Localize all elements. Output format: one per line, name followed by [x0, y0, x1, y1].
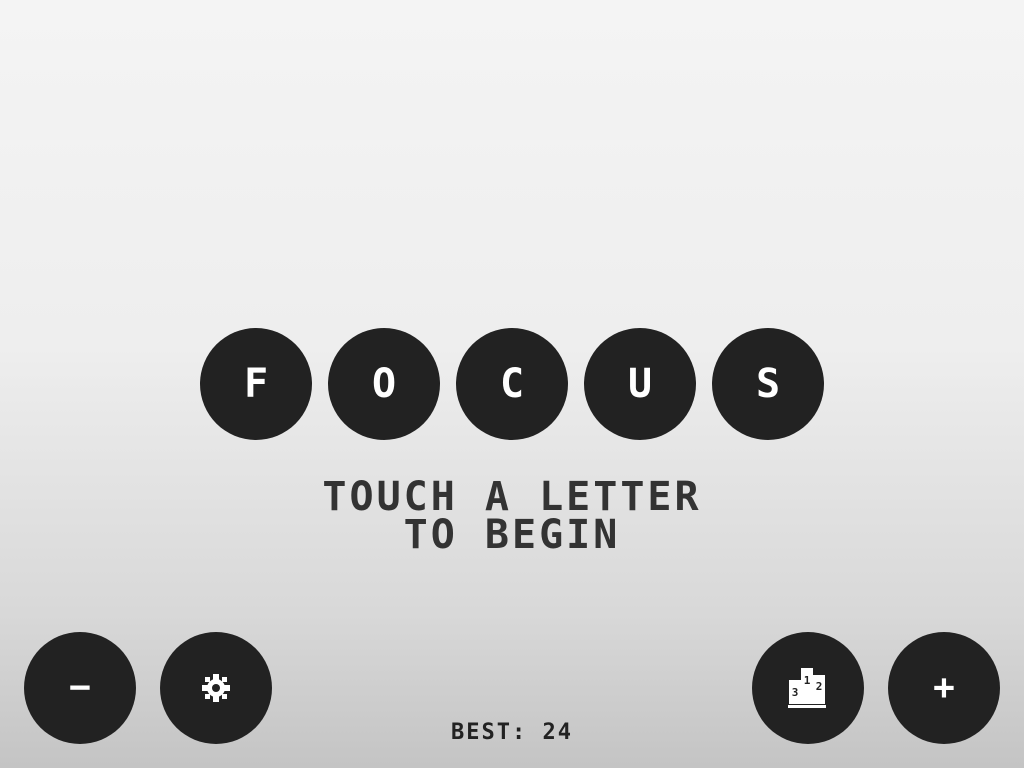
letter-label: F: [243, 361, 269, 407]
best-score-value: 24: [542, 720, 573, 745]
gear-icon: [202, 674, 230, 702]
podium-place-2: 2: [816, 680, 823, 693]
podium-place-1: 1: [804, 674, 811, 687]
letter-button-s[interactable]: S: [712, 328, 824, 440]
podium-icon: 3 1 2: [788, 668, 826, 708]
best-score: BEST: 24: [0, 720, 1024, 745]
letter-button-f[interactable]: F: [200, 328, 312, 440]
letter-label: U: [627, 361, 653, 407]
instruction-line-2: TO BEGIN: [403, 512, 621, 558]
letter-button-c[interactable]: C: [456, 328, 568, 440]
best-score-label: BEST:: [451, 720, 528, 745]
letter-label: C: [499, 361, 525, 407]
minus-icon: −: [69, 667, 91, 708]
instruction-line-1: TOUCH A LETTER: [322, 474, 702, 520]
letter-button-o[interactable]: O: [328, 328, 440, 440]
plus-icon: +: [933, 667, 955, 708]
letter-label: S: [755, 361, 781, 407]
podium-place-3: 3: [792, 686, 799, 699]
letter-label: O: [371, 361, 397, 407]
instruction-text: TOUCH A LETTER TO BEGIN: [0, 474, 1024, 558]
letter-button-u[interactable]: U: [584, 328, 696, 440]
